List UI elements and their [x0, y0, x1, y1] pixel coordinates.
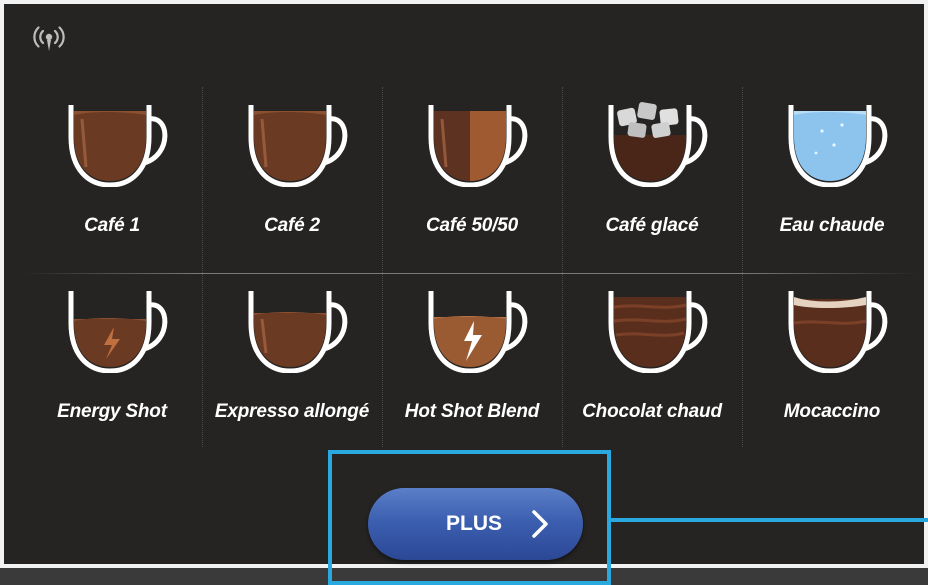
highlight-connector-line [611, 518, 928, 522]
iced-coffee-cup-icon [608, 102, 708, 187]
drink-tile-cafe-2[interactable]: Café 2 [202, 87, 382, 267]
drink-grid: Café 1 Café 2 Café 50/50 Café glacé Eau … [22, 87, 920, 447]
mocaccino-cup-icon [788, 291, 888, 373]
wireless-signal-icon [33, 26, 65, 51]
drink-tile-eau-chaude[interactable]: Eau chaude [742, 87, 922, 267]
hot-shot-blend-cup-icon [428, 291, 528, 373]
drink-tile-energy-shot[interactable]: Energy Shot [22, 273, 202, 453]
drink-label: Energy Shot [57, 401, 167, 422]
energy-shot-cup-icon [68, 291, 168, 373]
drink-label: Café 1 [84, 215, 140, 236]
drink-label: Eau chaude [779, 215, 885, 236]
coffee-half-half-cup-icon [428, 105, 528, 187]
drink-tile-cafe-50-50[interactable]: Café 50/50 [382, 87, 562, 267]
drink-tile-cafe-1[interactable]: Café 1 [22, 87, 202, 267]
drink-label: Expresso allongé [214, 401, 370, 422]
coffee-cup-icon [68, 105, 168, 187]
drink-label: Chocolat chaud [582, 401, 722, 422]
hot-water-cup-icon [788, 105, 888, 187]
drink-label: Café 50/50 [425, 215, 518, 236]
drink-label: Mocaccino [783, 401, 881, 422]
drink-tile-chocolat-chaud[interactable]: Chocolat chaud [562, 273, 742, 453]
coffee-cup-icon [248, 105, 348, 187]
drink-tile-cafe-glace[interactable]: Café glacé [562, 87, 742, 267]
hot-chocolate-cup-icon [608, 291, 708, 373]
drink-tile-expresso-allonge[interactable]: Expresso allongé [202, 273, 382, 453]
drink-label: Hot Shot Blend [404, 401, 540, 422]
drink-label: Café 2 [264, 215, 320, 236]
highlight-box [328, 450, 611, 585]
long-espresso-cup-icon [248, 291, 348, 373]
drink-tile-hot-shot-blend[interactable]: Hot Shot Blend [382, 273, 562, 453]
drink-label: Café glacé [605, 215, 699, 236]
drink-tile-mocaccino[interactable]: Mocaccino [742, 273, 922, 453]
